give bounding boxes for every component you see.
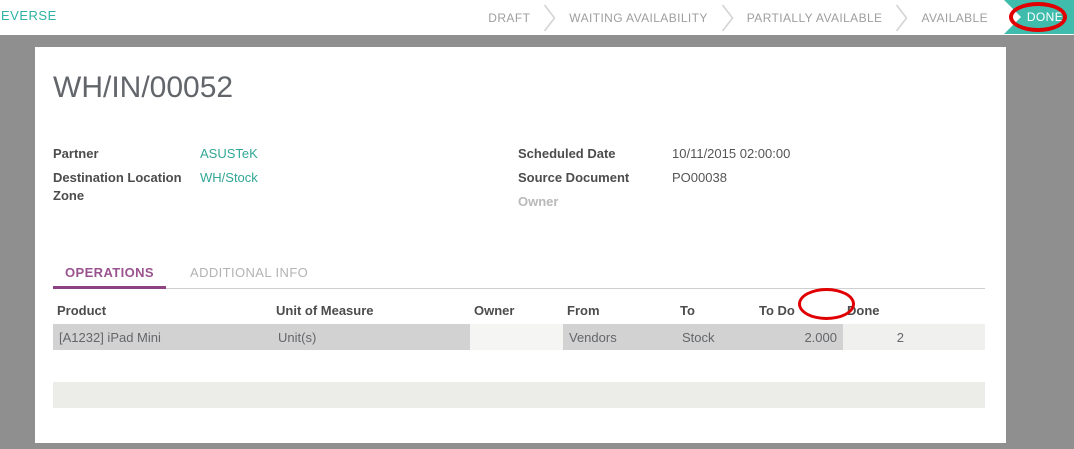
status-pipeline: DRAFT WAITING AVAILABILITY PARTIALLY AVA… bbox=[488, 0, 988, 35]
owner-label: Owner bbox=[518, 194, 559, 209]
reverse-button[interactable]: EVERSE bbox=[1, 8, 57, 23]
field-row-scheduled-date: Scheduled Date 10/11/2015 02:00:00 bbox=[518, 145, 985, 163]
column-header-done: Done bbox=[847, 303, 880, 318]
cell-from: Vendors bbox=[563, 324, 676, 350]
field-group-left: Partner ASUSTeK Destination Location Zon… bbox=[53, 145, 518, 217]
cell-unit-of-measure: Unit(s) bbox=[272, 324, 470, 350]
destination-location-label: Destination Location Zone bbox=[53, 170, 182, 203]
field-row-partner: Partner ASUSTeK bbox=[53, 145, 518, 163]
cell-product: [A1232] iPad Mini bbox=[53, 324, 272, 350]
operations-table: Product Unit of Measure Owner From To To… bbox=[53, 299, 985, 350]
column-header-product: Product bbox=[57, 303, 107, 318]
tab-operations[interactable]: OPERATIONS bbox=[53, 261, 166, 289]
top-bar: EVERSE DRAFT WAITING AVAILABILITY PARTIA… bbox=[0, 0, 1074, 35]
field-row-owner: Owner bbox=[518, 193, 985, 211]
chevron-right-icon bbox=[544, 4, 556, 31]
status-step-partially-available[interactable]: PARTIALLY AVAILABLE bbox=[747, 11, 883, 25]
cell-done: 2 bbox=[843, 324, 910, 350]
tab-additional-info[interactable]: ADDITIONAL INFO bbox=[178, 261, 320, 289]
scheduled-date-value: 10/11/2015 02:00:00 bbox=[672, 146, 791, 161]
cell-filler bbox=[910, 324, 985, 350]
column-header-to-do: To Do bbox=[759, 303, 795, 318]
partner-value-link[interactable]: ASUSTeK bbox=[200, 145, 258, 163]
column-header-owner: Owner bbox=[474, 303, 515, 318]
source-document-label: Source Document bbox=[518, 170, 630, 185]
status-step-available[interactable]: AVAILABLE bbox=[921, 11, 988, 25]
notebook-tabs: OPERATIONS ADDITIONAL INFO bbox=[53, 261, 985, 289]
field-group-right: Scheduled Date 10/11/2015 02:00:00 Sourc… bbox=[518, 145, 985, 217]
field-groups: Partner ASUSTeK Destination Location Zon… bbox=[53, 145, 985, 217]
page-title: WH/IN/00052 bbox=[53, 71, 234, 104]
operations-table-header-row: Product Unit of Measure Owner From To To… bbox=[53, 299, 985, 324]
status-step-draft[interactable]: DRAFT bbox=[488, 11, 530, 25]
chevron-right-icon bbox=[896, 4, 908, 31]
table-row[interactable]: [A1232] iPad Mini Unit(s) Vendors Stock … bbox=[53, 324, 985, 350]
destination-location-value-link[interactable]: WH/Stock bbox=[200, 169, 258, 205]
scheduled-date-label: Scheduled Date bbox=[518, 146, 616, 161]
cell-to: Stock bbox=[676, 324, 755, 350]
status-step-done-active[interactable]: DONE bbox=[1004, 0, 1074, 34]
partner-label: Partner bbox=[53, 146, 99, 161]
cell-owner bbox=[470, 324, 563, 350]
column-header-from: From bbox=[567, 303, 600, 318]
field-row-destination-location: Destination Location Zone WH/Stock bbox=[53, 169, 518, 205]
column-header-to: To bbox=[680, 303, 695, 318]
field-row-source-document: Source Document PO00038 bbox=[518, 169, 985, 187]
cell-to-do: 2.000 bbox=[755, 324, 843, 350]
form-sheet: WH/IN/00052 Partner ASUSTeK Destination … bbox=[35, 47, 1006, 443]
column-header-unit-of-measure: Unit of Measure bbox=[276, 303, 374, 318]
source-document-value: PO00038 bbox=[672, 170, 727, 185]
status-step-waiting-availability[interactable]: WAITING AVAILABILITY bbox=[569, 11, 707, 25]
column-header-filler bbox=[910, 299, 985, 324]
chevron-right-icon bbox=[721, 4, 734, 31]
empty-add-row-strip bbox=[53, 382, 985, 408]
